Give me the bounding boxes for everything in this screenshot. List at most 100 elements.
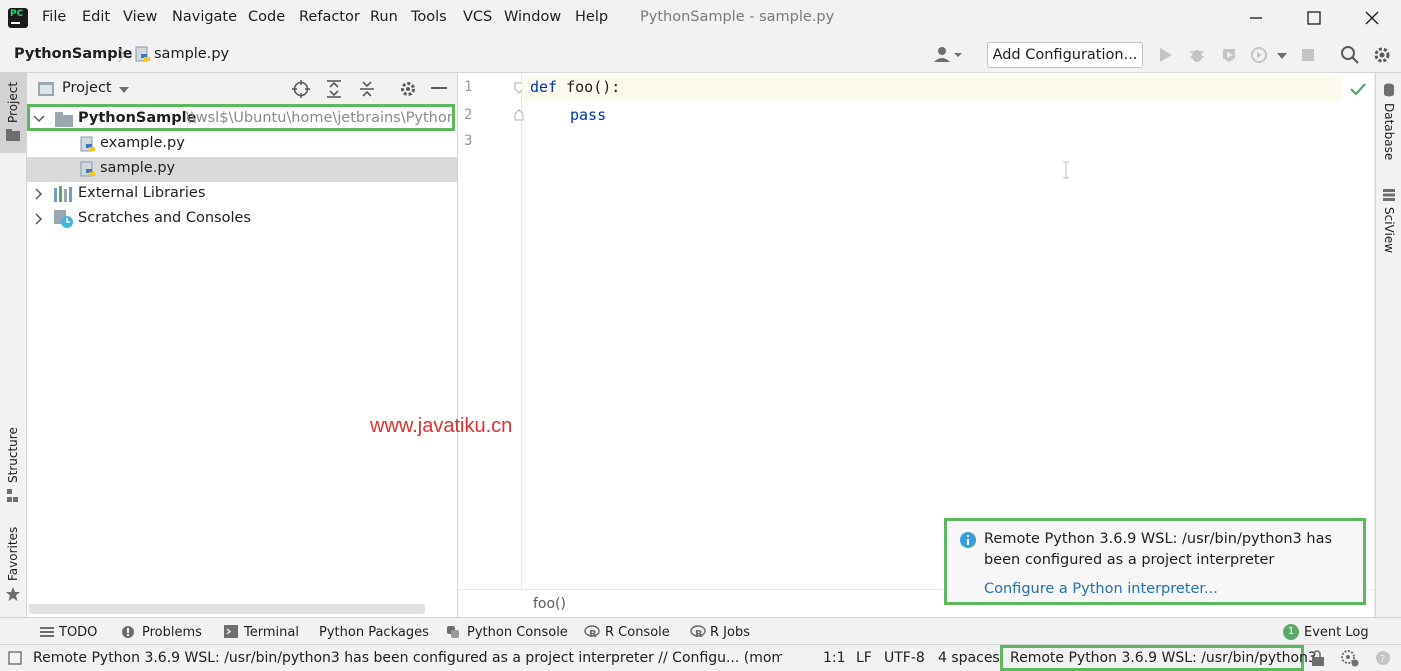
info-icon [959, 531, 977, 549]
structure-tab[interactable]: Structure [6, 427, 20, 483]
interpreter-selector[interactable]: Remote Python 3.6.9 WSL: /usr/bin/python… [1010, 650, 1317, 666]
editor-breadcrumb[interactable]: foo() [533, 596, 566, 612]
menu-view[interactable]: View [123, 9, 157, 25]
line-separator[interactable]: LF [856, 650, 872, 666]
menu-run[interactable]: Run [370, 9, 398, 25]
collapse-all-icon[interactable] [359, 80, 375, 98]
database-icon [1383, 83, 1395, 97]
indent-setting[interactable]: 4 spaces [938, 650, 1000, 666]
add-configuration-button[interactable]: Add Configuration... [987, 42, 1143, 68]
unlock-icon[interactable] [1311, 650, 1325, 666]
python-console-tab[interactable]: Python Console [467, 625, 568, 640]
sciview-tab[interactable]: SciView [1382, 207, 1396, 253]
inspection-ok-checkmark-icon[interactable] [1350, 83, 1366, 95]
navigation-bar: PythonSample sample.py Add Configuration… [0, 38, 1401, 73]
search-icon[interactable] [1340, 45, 1360, 65]
sciview-icon [1383, 189, 1395, 201]
inspector-icon[interactable] [1340, 649, 1360, 667]
run-with-coverage-icon[interactable] [1220, 46, 1238, 64]
project-view-selector[interactable]: Project [62, 80, 112, 96]
status-message[interactable]: Remote Python 3.6.9 WSL: /usr/bin/python… [33, 650, 782, 666]
event-log-badge: 1 [1283, 624, 1299, 640]
expand-all-icon[interactable] [326, 80, 342, 98]
menu-refactor[interactable]: Refactor [299, 9, 360, 25]
menu-window[interactable]: Window [504, 9, 561, 25]
star-icon [5, 586, 21, 602]
r-jobs-icon: R [690, 625, 706, 639]
caret-position[interactable]: 1:1 [823, 650, 846, 666]
status-bar: Remote Python 3.6.9 WSL: /usr/bin/python… [0, 644, 1401, 671]
pycharm-logo-icon: PC [8, 8, 28, 28]
help-icon[interactable]: ? [1375, 650, 1391, 666]
menu-tools[interactable]: Tools [411, 9, 447, 25]
line-number: 1 [464, 79, 472, 95]
locate-file-icon[interactable] [292, 80, 310, 98]
event-log-tab[interactable]: Event Log [1304, 625, 1369, 640]
todo-list-icon [40, 627, 54, 637]
python-file-icon [80, 161, 96, 179]
editor-gutter: 1 2 3 [458, 73, 522, 589]
svg-text:R: R [695, 629, 703, 639]
settings-gear-icon[interactable] [1372, 45, 1392, 65]
panel-settings-gear-icon[interactable] [399, 80, 417, 98]
run-icon[interactable] [1158, 46, 1174, 64]
menu-edit[interactable]: Edit [82, 9, 110, 25]
database-tab[interactable]: Database [1382, 103, 1396, 160]
tree-row-scratches[interactable]: Scratches and Consoles [27, 207, 457, 232]
project-tool-tab[interactable]: Project [0, 73, 26, 153]
configure-interpreter-link[interactable]: Configure a Python interpreter... [984, 581, 1218, 597]
minimize-icon[interactable] [1244, 6, 1268, 30]
tree-row-sample-py[interactable]: sample.py [27, 157, 457, 182]
tree-row-example-py[interactable]: example.py [27, 132, 457, 157]
editor-area[interactable]: 1 2 3 def foo(): pass foo() Remote Pytho… [458, 73, 1374, 617]
keyword: def [530, 78, 557, 96]
scratches-icon [54, 210, 74, 229]
keyword: pass [570, 106, 606, 124]
breadcrumb-file[interactable]: sample.py [154, 46, 229, 62]
tree-row-external-libraries[interactable]: External Libraries [27, 182, 457, 207]
menu-navigate[interactable]: Navigate [172, 9, 237, 25]
horizontal-scrollbar[interactable] [29, 604, 425, 614]
todo-tab[interactable]: TODO [59, 625, 97, 640]
code-line-1: def foo(): [530, 78, 620, 96]
code-line-2: pass [570, 106, 606, 124]
breadcrumb-separator-icon [118, 47, 126, 63]
right-tool-stripe: Database SciView [1375, 73, 1401, 617]
problems-icon [121, 625, 135, 639]
chevron-right-icon[interactable] [35, 213, 43, 225]
chevron-right-icon[interactable] [35, 188, 43, 200]
toggle-tool-windows-icon[interactable] [8, 651, 22, 665]
terminal-icon [224, 625, 238, 638]
run-more-dropdown-icon[interactable] [1276, 52, 1288, 60]
project-panel-header: Project [27, 73, 457, 106]
menu-file[interactable]: File [42, 9, 66, 25]
close-icon[interactable] [1360, 6, 1384, 30]
menu-help[interactable]: Help [575, 9, 608, 25]
problems-tab[interactable]: Problems [142, 625, 202, 640]
notification-message-line1: Remote Python 3.6.9 WSL: /usr/bin/python… [984, 531, 1332, 547]
maximize-icon[interactable] [1302, 6, 1326, 30]
code-text: foo(): [557, 78, 620, 96]
r-console-tab[interactable]: R Console [605, 625, 670, 640]
title-bar: PC File Edit View Navigate Code Refactor… [0, 0, 1401, 38]
hide-panel-icon[interactable] [431, 87, 447, 91]
profile-icon[interactable] [1250, 46, 1272, 64]
chevron-down-icon[interactable] [118, 86, 130, 94]
folder-icon [6, 129, 20, 141]
notification-balloon: Remote Python 3.6.9 WSL: /usr/bin/python… [944, 518, 1366, 605]
terminal-tab[interactable]: Terminal [244, 625, 299, 640]
favorites-tab[interactable]: Favorites [6, 527, 20, 581]
stop-icon[interactable] [1300, 47, 1316, 63]
file-encoding[interactable]: UTF-8 [884, 650, 925, 666]
structure-icon [7, 489, 19, 503]
debug-icon[interactable] [1188, 46, 1206, 64]
breadcrumb-project[interactable]: PythonSample [14, 46, 132, 62]
fold-end-marker-icon[interactable] [514, 109, 524, 121]
line-number: 2 [464, 107, 472, 123]
r-jobs-tab[interactable]: R Jobs [710, 625, 750, 640]
python-packages-tab[interactable]: Python Packages [319, 625, 429, 640]
menu-code[interactable]: Code [248, 9, 285, 25]
menu-vcs[interactable]: VCS [463, 9, 492, 25]
svg-text:R: R [589, 629, 597, 639]
user-dropdown-icon[interactable] [932, 45, 966, 65]
